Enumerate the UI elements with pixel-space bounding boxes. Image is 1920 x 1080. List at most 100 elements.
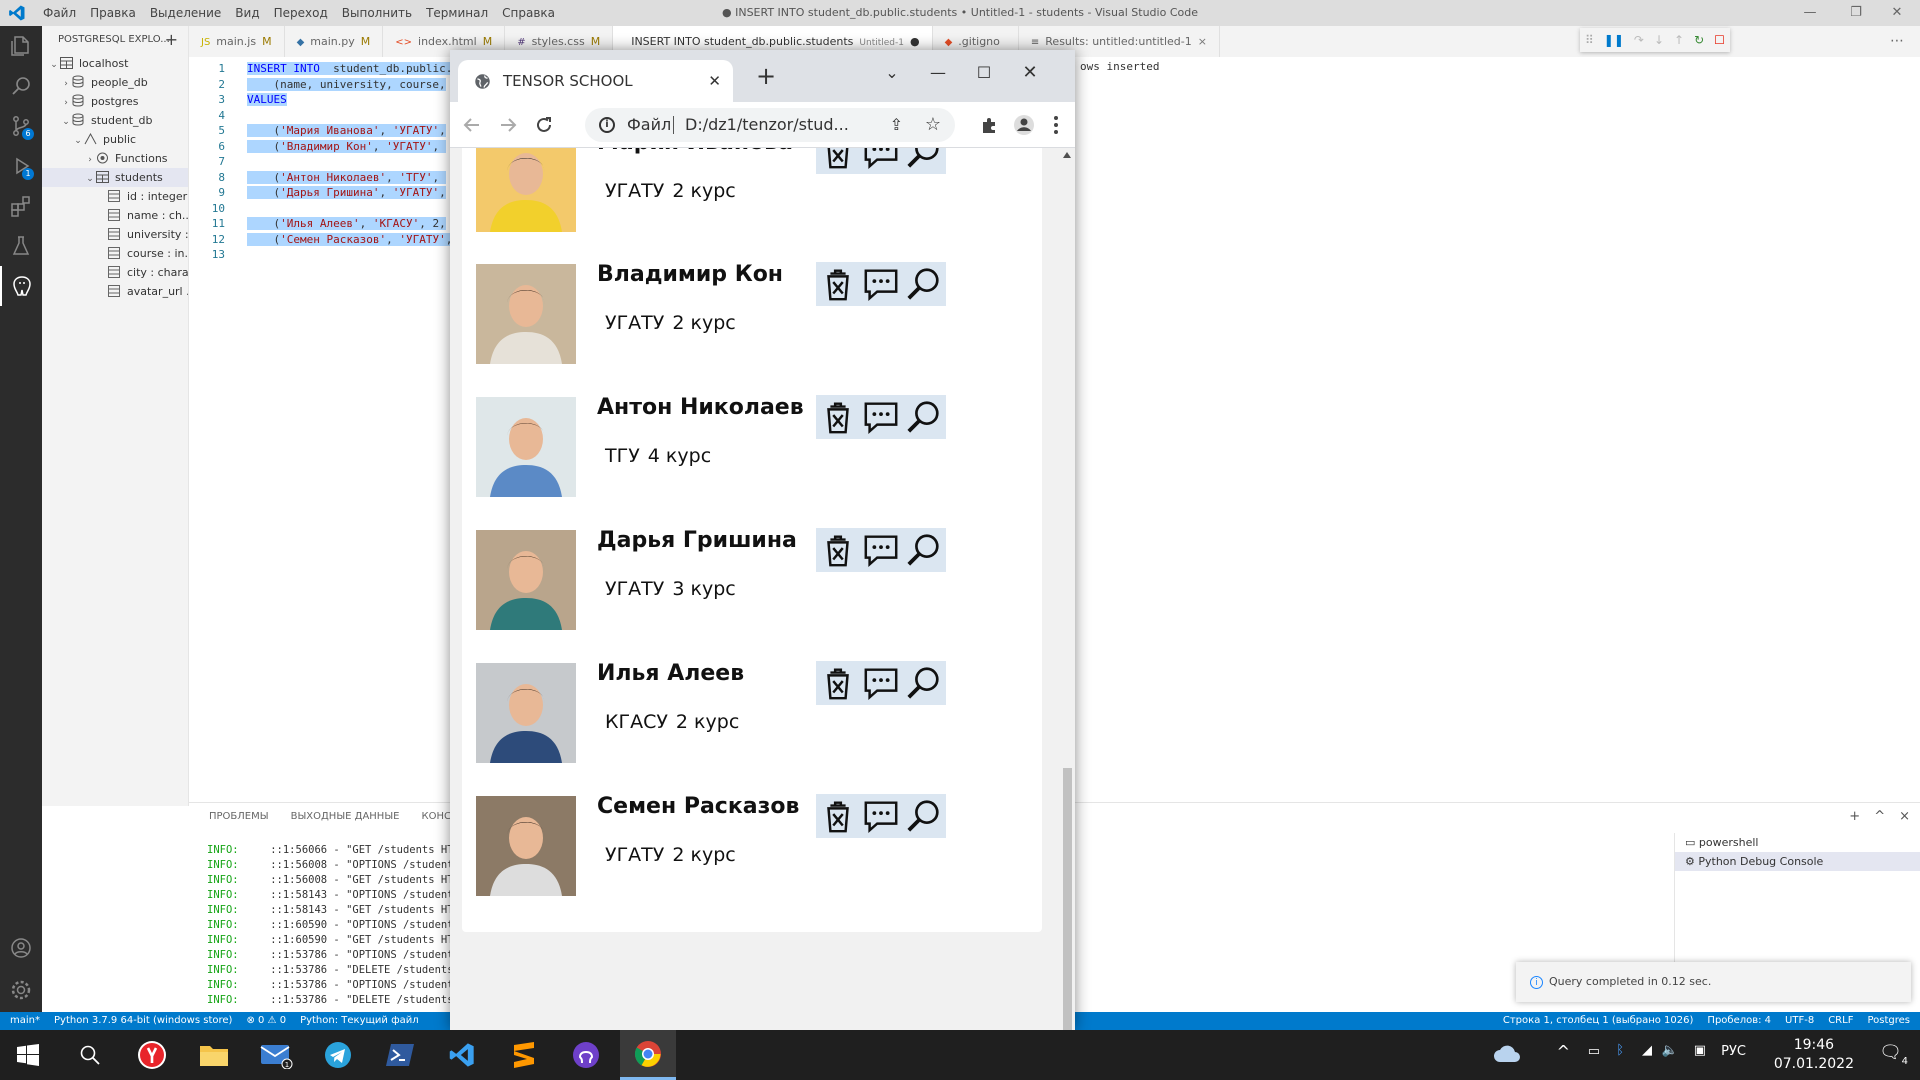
message-chat-icon[interactable] [862,664,900,702]
extensions-puzzle-icon[interactable] [978,113,1002,137]
github-desktop-icon[interactable] [558,1030,614,1080]
terminal-instance[interactable]: ▭ powershell [1675,833,1920,852]
code-line[interactable]: ('Илья Алеев', 'КГАСУ', 2, [247,217,446,230]
tree-item[interactable]: › people_db [42,73,188,92]
scroll-up-arrow[interactable] [1063,152,1071,158]
sublime-text-icon[interactable] [496,1030,552,1080]
pause-icon[interactable]: ❚❚ [1604,33,1624,47]
delete-trash-icon[interactable] [819,148,857,171]
close-button[interactable]: ✕ [1874,0,1920,26]
forward-icon[interactable] [496,113,520,137]
search-magnifier-icon[interactable] [905,148,943,171]
bluetooth-icon[interactable]: ᛒ [1616,1043,1624,1058]
menu-item[interactable]: Файл [36,0,83,26]
message-chat-icon[interactable] [862,265,900,303]
run-debug-icon[interactable]: 1 [0,146,42,186]
delete-trash-icon[interactable] [819,664,857,702]
browser-tab[interactable]: TENSOR SCHOOL ✕ [458,60,733,102]
testing-icon[interactable] [0,226,42,266]
address-bar[interactable]: i Файл D:/dz1/tenzor/stud... ⇪ ☆ [585,108,955,142]
status-item[interactable]: CRLF [1828,1012,1853,1030]
notification-center-icon[interactable]: 🗨 [1879,1042,1902,1063]
maximize-panel-icon[interactable]: ^ [1874,809,1885,824]
vscode-taskbar-icon[interactable] [434,1030,490,1080]
onedrive-cloud-icon[interactable] [1492,1044,1522,1064]
tree-item[interactable]: avatar_url ... [42,282,188,301]
menu-item[interactable]: Выделение [143,0,228,26]
chrome-taskbar-icon[interactable] [620,1030,676,1080]
close-panel-icon[interactable]: × [1899,809,1910,824]
mail-icon[interactable]: 1 [248,1030,304,1080]
message-chat-icon[interactable] [862,398,900,436]
tab-modified-indicator[interactable]: M [262,35,272,48]
maximize-button[interactable]: ☐ [961,58,1007,88]
menu-item[interactable]: Переход [267,0,335,26]
new-tab-icon[interactable]: + [756,62,776,90]
explorer-icon[interactable] [0,26,42,66]
drag-handle-icon[interactable]: ⠿ [1585,33,1594,47]
tree-item[interactable]: › postgres [42,92,188,111]
tree-item[interactable]: city : chara... [42,263,188,282]
network-icon[interactable]: ◢ [1642,1043,1652,1058]
add-connection-icon[interactable]: + [165,26,178,54]
search-icon[interactable] [0,66,42,106]
code-line[interactable]: ('Мария Иванова', 'УГАТУ', [247,124,446,137]
postgresql-icon[interactable] [0,266,42,306]
terminal-output[interactable]: INFO: ::1:56066 - "GET /students HTTP INF… [207,843,466,1008]
delete-trash-icon[interactable] [819,531,857,569]
account-icon[interactable] [0,928,42,968]
tree-item[interactable]: ⌄ public [42,130,188,149]
telegram-icon[interactable] [310,1030,366,1080]
editor-tab[interactable]: JS main.js M [189,26,285,57]
menu-item[interactable]: Выполнить [335,0,419,26]
yandex-browser-icon[interactable] [124,1030,180,1080]
tab-modified-indicator[interactable]: M [591,35,601,48]
tree-item[interactable]: › Functions [42,149,188,168]
tree-item[interactable]: id : integer [42,187,188,206]
search-magnifier-icon[interactable] [905,531,943,569]
status-item[interactable]: main* [10,1012,40,1030]
step-into-icon[interactable]: ↓ [1654,33,1664,47]
terminal-instance[interactable]: ⚙ Python Debug Console [1675,852,1920,871]
close-tab-icon[interactable]: ✕ [708,60,721,102]
code-line[interactable]: INSERT INTO student_db.public. [247,62,453,75]
battery-icon[interactable]: ▭ [1588,1044,1600,1059]
search-taskbar-icon[interactable] [62,1030,118,1080]
restore-button[interactable]: ❐ [1833,0,1879,26]
profile-avatar-icon[interactable] [1012,113,1036,137]
code-line[interactable]: ('Семен Расказов', 'УГАТУ', [247,232,453,246]
menu-item[interactable]: Терминал [419,0,495,26]
status-item[interactable]: UTF-8 [1785,1012,1814,1030]
tree-item[interactable]: ⌄ student_db [42,111,188,130]
menu-item[interactable]: Вид [228,0,266,26]
notification-toast[interactable]: i Query completed in 0.12 sec. [1516,962,1911,1002]
more-actions-icon[interactable]: ⋯ [1874,26,1920,57]
keyboard-icon[interactable]: ▣ [1694,1043,1706,1058]
message-chat-icon[interactable] [862,531,900,569]
tree-item[interactable]: ⌄ students [42,168,188,187]
status-item[interactable]: Python 3.7.9 64-bit (windows store) [54,1012,232,1030]
code-line[interactable]: ('Антон Николаев', 'ТГУ', [247,170,446,184]
panel-tab[interactable]: ВЫХОДНЫЕ ДАННЫЕ [291,811,400,822]
tree-item[interactable]: university :... [42,225,188,244]
search-magnifier-icon[interactable] [905,664,943,702]
stop-icon[interactable]: ☐ [1714,33,1725,47]
editor-tab[interactable]: ◆ main.py M [285,26,384,57]
back-icon[interactable] [460,113,484,137]
extensions-icon[interactable] [0,186,42,226]
minimize-button[interactable]: — [915,58,961,88]
step-out-icon[interactable]: ↑ [1674,33,1684,47]
tab-search-icon[interactable]: ⌄ [869,58,915,88]
menu-item[interactable]: Правка [83,0,143,26]
site-info-icon[interactable]: i [599,117,615,133]
delete-trash-icon[interactable] [819,265,857,303]
share-icon[interactable]: ⇪ [890,108,903,142]
powershell-icon[interactable] [372,1030,428,1080]
clock[interactable]: 19:46 07.01.2022 [1774,1036,1854,1074]
volume-icon[interactable]: 🔈 [1662,1043,1678,1058]
language-indicator[interactable]: РУС [1721,1044,1746,1059]
chrome-menu-icon[interactable] [1044,113,1068,137]
reload-icon[interactable] [532,113,556,137]
restart-icon[interactable]: ↻ [1694,33,1704,47]
message-chat-icon[interactable] [862,797,900,835]
